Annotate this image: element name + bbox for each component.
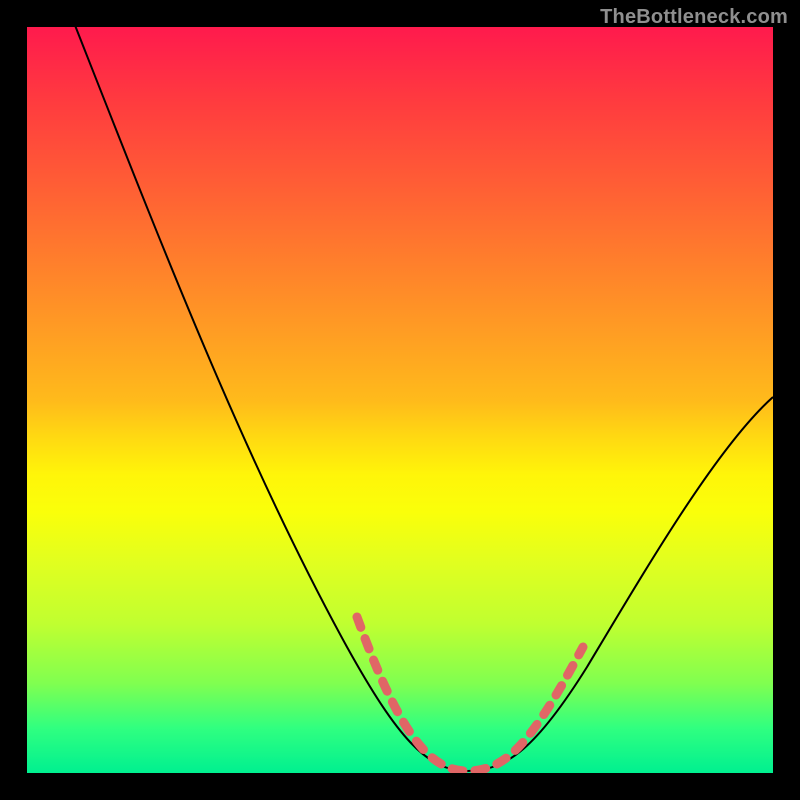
bottleneck-curve-line	[52, 27, 773, 771]
chart-frame: TheBottleneck.com	[0, 0, 800, 800]
bottleneck-chart	[27, 27, 773, 773]
plot-area	[27, 27, 773, 773]
highlight-dashes	[357, 617, 583, 771]
watermark-text: TheBottleneck.com	[600, 6, 788, 29]
